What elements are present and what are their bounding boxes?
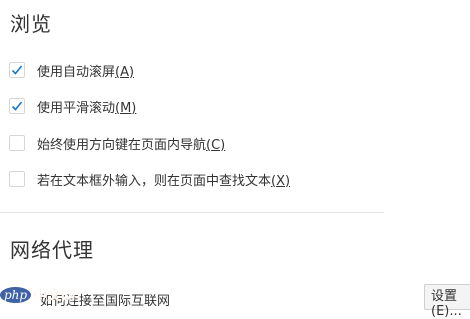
- autoscroll-checkbox[interactable]: [9, 62, 25, 78]
- autoscroll-label: 使用自动滚屏(A): [37, 64, 135, 80]
- watermark-php-logo: php: [0, 287, 32, 303]
- search-on-type-checkbox[interactable]: [9, 171, 25, 187]
- caret-browsing-option[interactable]: 始终使用方向键在页面内导航(C): [9, 132, 225, 154]
- smooth-scroll-checkbox[interactable]: [9, 98, 25, 114]
- network-proxy-heading: 网络代理: [10, 238, 94, 262]
- autoscroll-option[interactable]: 使用自动滚屏(A): [9, 59, 134, 81]
- proxy-settings-button[interactable]: 设置(E)...: [424, 284, 470, 319]
- search-on-type-option[interactable]: 若在文本框外输入，则在页面中查找文本(X): [9, 168, 290, 190]
- caret-browsing-label: 始终使用方向键在页面内导航(C): [37, 137, 226, 153]
- proxy-description: 如何连接至国际互联网: [40, 294, 171, 309]
- smooth-scroll-option[interactable]: 使用平滑滚动(M): [9, 95, 136, 117]
- section-divider: [0, 212, 384, 213]
- caret-browsing-checkbox[interactable]: [9, 135, 25, 151]
- smooth-scroll-label: 使用平滑滚动(M): [37, 100, 137, 116]
- checkmark-icon: [11, 101, 23, 111]
- checkmark-icon: [11, 65, 23, 75]
- browse-section-heading: 浏览: [10, 12, 52, 36]
- search-on-type-label: 若在文本框外输入，则在页面中查找文本(X): [37, 173, 291, 189]
